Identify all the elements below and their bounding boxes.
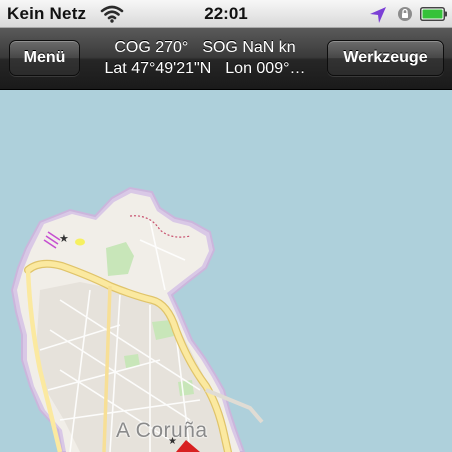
- yellow-patch: [75, 238, 85, 246]
- latitude-readout: Lat 47°49'21"N: [104, 60, 212, 77]
- tools-button[interactable]: Werkzeuge: [327, 40, 444, 76]
- city-label: A Coruña: [116, 419, 208, 442]
- cog-readout: COG 270°: [114, 39, 189, 56]
- navigation-bar: Menü COG 270° SOG NaN kn Lat 47°49'21"N Lo…: [0, 28, 452, 90]
- map-canvas[interactable]: ★ ★: [0, 90, 452, 452]
- park-area: [178, 380, 194, 396]
- map-view[interactable]: ★ ★ A Coruña: [0, 90, 452, 452]
- battery-icon: [420, 7, 447, 21]
- status-bar: Kein Netz 22:01: [0, 0, 452, 28]
- lighthouse-icon: ★: [59, 232, 69, 245]
- battery-fill: [422, 9, 443, 19]
- menu-button[interactable]: Menü: [9, 40, 80, 76]
- rotation-lock-icon: [398, 7, 412, 21]
- gps-info-panel: COG 270° SOG NaN kn Lat 47°49'21"N Lon 009…: [88, 37, 322, 79]
- sog-readout: SOG NaN kn: [202, 39, 296, 56]
- longitude-readout: Lon 009°…: [225, 60, 306, 77]
- location-arrow-icon: [370, 7, 386, 23]
